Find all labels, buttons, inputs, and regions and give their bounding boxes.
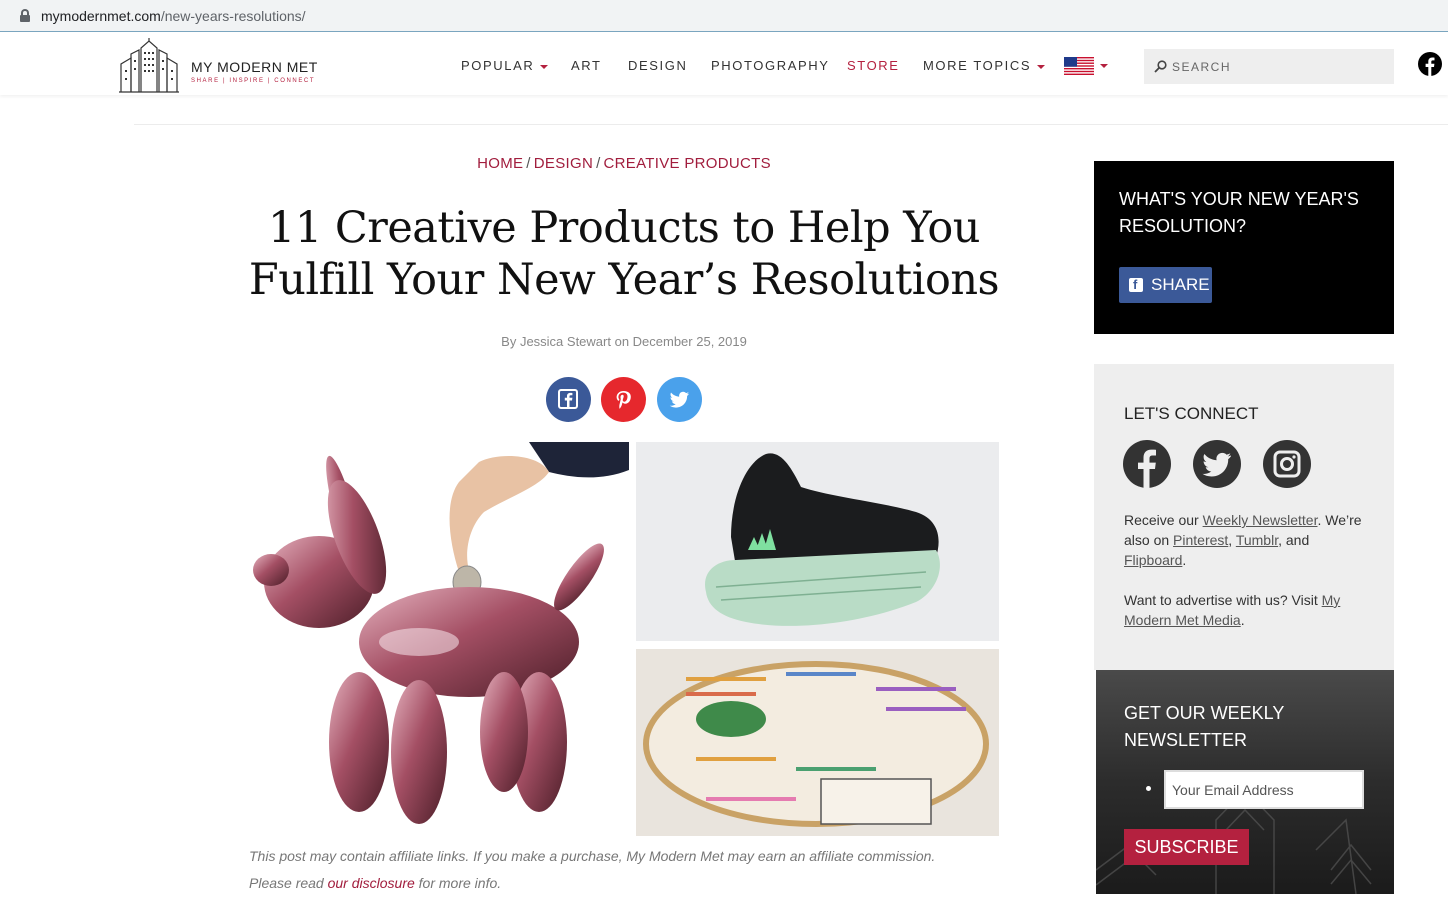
breadcrumb-separator: / [526, 155, 531, 172]
url-text[interactable]: mymodernmet.com/new-years-resolutions/ [41, 8, 306, 24]
disclaimer-prefix: Please read [249, 875, 328, 891]
weekly-newsletter-link[interactable]: Weekly Newsletter [1203, 512, 1318, 528]
nav-store[interactable]: STORE [847, 58, 900, 73]
facebook-icon [1129, 277, 1143, 292]
affiliate-disclaimer: This post may contain affiliate links. I… [249, 843, 1009, 897]
us-flag-icon[interactable] [1064, 57, 1094, 75]
balloon-dog-bank-image [249, 442, 629, 836]
advertise-text: Want to advertise with us? Visit [1124, 592, 1322, 608]
adidas-sneaker-image [636, 442, 999, 641]
twitter-share-button[interactable] [657, 377, 702, 422]
facebook-share-button[interactable] [546, 377, 591, 422]
breadcrumb: HOME / DESIGN / CREATIVE PRODUCTS [250, 155, 998, 172]
pinterest-icon [616, 391, 631, 409]
subscribe-button[interactable]: SUBSCRIBE [1124, 829, 1249, 865]
logo-name: MY MODERN MET [191, 59, 318, 75]
instagram-icon [1273, 450, 1301, 478]
search-input[interactable] [1172, 57, 1382, 77]
poll-share-button[interactable]: SHARE [1119, 267, 1212, 303]
connect-heading: LET'S CONNECT [1124, 404, 1259, 423]
connect-comma: , [1228, 532, 1236, 548]
connect-text: Receive our Weekly Newsletter. We’re als… [1124, 510, 1364, 630]
sneaker-illustration [705, 453, 940, 626]
nav-art[interactable]: ART [571, 58, 602, 73]
facebook-follow-button[interactable] [1123, 440, 1171, 488]
logo-buildings-icon [119, 38, 179, 93]
disclaimer-line1: This post may contain affiliate links. I… [249, 848, 936, 864]
share-buttons [546, 377, 706, 422]
breadcrumb-design[interactable]: DESIGN [534, 155, 593, 172]
nav-photography[interactable]: PHOTOGRAPHY [711, 58, 830, 73]
article-title: 11 Creative Products to Help You Fulfill… [220, 202, 1028, 306]
site-header: MY MODERN MET SHARE | INSPIRE | CONNECT … [0, 33, 1448, 95]
language-caret-down-icon[interactable] [1100, 64, 1108, 68]
article-title-line2: Fulfill Your New Year’s Resolutions [248, 255, 1000, 305]
nav-design[interactable]: DESIGN [628, 58, 687, 73]
facebook-icon [1138, 449, 1156, 488]
article-byline: By Jessica Stewart on December 25, 2019 [501, 334, 747, 349]
embroidery-sampler-image [636, 649, 999, 836]
facebook-icon [558, 389, 578, 409]
instagram-follow-button[interactable] [1263, 440, 1311, 488]
lets-connect-box: LET'S CONNECT Receive our Weekly Newslet… [1094, 364, 1394, 670]
twitter-follow-button[interactable] [1193, 440, 1241, 488]
tumblr-link[interactable]: Tumblr [1236, 532, 1278, 548]
caret-down-icon [540, 64, 549, 69]
poll-question: WHAT'S YOUR NEW YEAR'S RESOLUTION? [1119, 189, 1359, 236]
advertise-end: . [1240, 612, 1245, 628]
logo-tagline: SHARE | INSPIRE | CONNECT [191, 78, 316, 84]
site-logo[interactable]: MY MODERN MET SHARE | INSPIRE | CONNECT [117, 38, 327, 94]
article-title-line1: 11 Creative Products to Help You [267, 203, 981, 253]
nav-more-topics[interactable]: MORE TOPICS [923, 58, 1046, 73]
newsletter-heading: GET OUR WEEKLY NEWSLETTER [1124, 703, 1285, 750]
nav-popular[interactable]: POPULAR [461, 58, 549, 73]
twitter-icon [1202, 452, 1231, 477]
balloon-dog-illustration [253, 442, 629, 824]
embroidery-illustration [643, 661, 989, 827]
list-bullet [1146, 786, 1151, 791]
pinterest-link[interactable]: Pinterest [1173, 532, 1228, 548]
search-box[interactable] [1144, 49, 1394, 84]
twitter-icon [669, 391, 689, 408]
flipboard-link[interactable]: Flipboard [1124, 552, 1182, 568]
header-divider [134, 124, 1448, 125]
lock-icon [20, 9, 30, 22]
breadcrumb-home[interactable]: HOME [477, 155, 523, 172]
newsletter-signup-box: GET OUR WEEKLY NEWSLETTER SUBSCRIBE [1096, 670, 1394, 894]
poll-share-label: SHARE [1151, 275, 1210, 294]
caret-down-icon [1037, 64, 1046, 69]
disclaimer-suffix: for more info. [414, 875, 502, 891]
search-icon [1154, 60, 1167, 73]
connect-receive-text: Receive our [1124, 512, 1203, 528]
facebook-icon[interactable] [1418, 52, 1442, 76]
resolution-poll-box: WHAT'S YOUR NEW YEAR'S RESOLUTION? SHARE [1094, 161, 1394, 334]
disclosure-link[interactable]: our disclosure [328, 875, 415, 891]
connect-and-text: , and [1278, 532, 1310, 548]
breadcrumb-separator: / [596, 155, 601, 172]
email-field[interactable] [1164, 770, 1364, 809]
pinterest-share-button[interactable] [601, 377, 646, 422]
browser-address-bar[interactable]: mymodernmet.com/new-years-resolutions/ [0, 0, 1448, 32]
connect-period: . [1182, 552, 1187, 568]
breadcrumb-creative-products[interactable]: CREATIVE PRODUCTS [604, 155, 771, 172]
